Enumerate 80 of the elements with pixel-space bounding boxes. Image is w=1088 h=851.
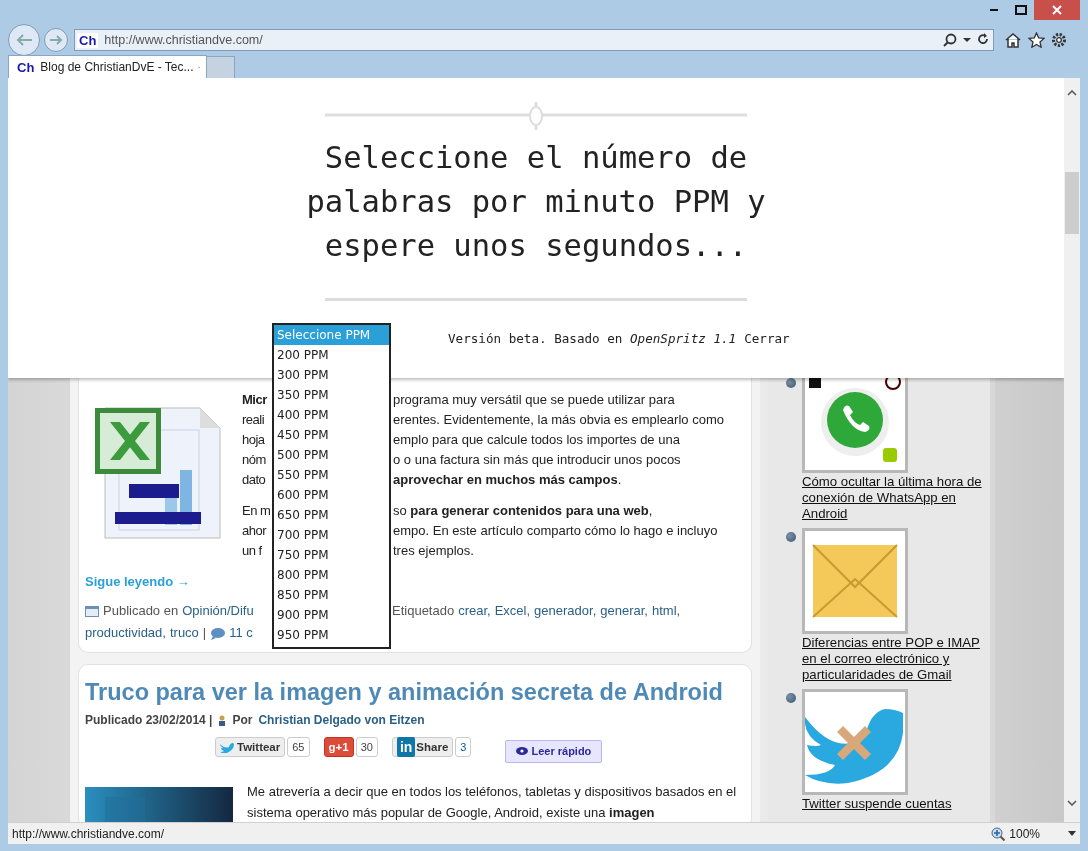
arrow-right-icon <box>49 34 63 46</box>
share-count: 3 <box>455 737 472 757</box>
article-excerpt: Me atrevería a decir que en todos los teléfonos, tabletas y dispositivos basados en el sistema operativo más popular de Google, Android, existe una imagen <box>247 783 738 822</box>
meta-label: Publicado en <box>103 602 179 620</box>
bird-icon <box>220 741 234 753</box>
text-fragment: programa muy versátil que se puede utilizar para <box>393 391 676 409</box>
text-fragment: ahor <box>242 522 268 540</box>
address-bar[interactable]: Ch http://www.christiandve.com/ <box>74 29 994 51</box>
text-fragment: tres ejemplos. <box>393 542 475 560</box>
bullet-icon <box>786 378 796 388</box>
by-label: Por <box>232 713 253 727</box>
chevron-down-icon[interactable] <box>1067 800 1077 806</box>
speech-bubble-icon <box>210 626 226 640</box>
browser-tab[interactable]: Ch Blog de ChristianDvE - Tec... <box>8 55 207 78</box>
folder-icon <box>85 605 99 617</box>
scrollbar[interactable] <box>1064 78 1080 822</box>
ppm-dropdown-list[interactable]: Seleccione PPM 200 PPM 300 PPM 350 PPM 400 PPM 450 PPM 500 PPM 550 PPM 600 PPM 650 PPM 700 PPM 750 PPM 800 PPM 850 PPM 900 PPM 950 PPM <box>272 323 391 649</box>
close-link[interactable]: Cerrar <box>744 331 790 346</box>
favicon: Ch <box>77 32 99 48</box>
tag-link[interactable]: truco <box>169 622 199 644</box>
text-fragment: aprovechar en muchos más campos. <box>393 471 623 489</box>
tag-link[interactable]: Opinión/Difu <box>182 600 254 622</box>
text-fragment: un f <box>242 542 263 560</box>
person-icon <box>218 714 227 726</box>
logo: in <box>396 737 416 757</box>
text-fragment: nóm <box>242 451 267 469</box>
share-button[interactable]: in Share <box>391 737 454 757</box>
chevron-up-icon[interactable] <box>1067 90 1077 96</box>
version-note: Versión beta. Basado en OpenSpritz 1.1 <box>448 331 737 346</box>
search-icon[interactable] <box>943 33 957 47</box>
zoom-icon[interactable] <box>991 826 1006 841</box>
text-fragment: reali <box>242 411 266 429</box>
tag-link[interactable]: html, <box>651 600 681 622</box>
zoom-level[interactable]: 100% <box>1009 826 1040 841</box>
text-fragment: hoja <box>242 431 266 449</box>
text-fragment: En m <box>242 502 272 520</box>
text-fragment: Micr <box>242 391 268 409</box>
post-link[interactable]: Cómo ocultar la última hora de conexión de WhatsApp en Android <box>802 474 986 522</box>
text-fragment: empo. En este artículo comparto cómo lo hago e incluyo <box>393 522 719 540</box>
maximize-icon <box>1014 5 1027 15</box>
home-icon[interactable] <box>1004 32 1022 48</box>
share-count: 30 <box>355 737 378 757</box>
text-fragment: erentes. Evidentemente, la más obvia es emplearlo como <box>393 411 725 429</box>
caret-icon[interactable] <box>963 37 971 43</box>
arrow-left-icon <box>15 33 33 47</box>
read-fast-button[interactable]: Leer rápido <box>505 739 603 763</box>
meta-label: Etiquetado <box>392 602 455 620</box>
tag-link[interactable]: generar, <box>600 600 648 622</box>
share-button[interactable]: g+1 <box>323 737 354 757</box>
status-url: http://www.christiandve.com/ <box>12 826 166 841</box>
settings-icon[interactable] <box>1051 32 1067 48</box>
eye-icon <box>516 747 529 755</box>
bullet-icon <box>786 693 796 703</box>
article-title[interactable]: Truco para ver la imagen y animación secreta de Android <box>85 677 745 707</box>
tab-title: Blog de ChristianDvE - Tec... <box>40 60 194 74</box>
bullet-icon <box>786 532 796 542</box>
text-fragment: so para generar contenidos para una web, <box>393 502 654 520</box>
tag-link[interactable]: 11 c <box>229 622 253 644</box>
reticle-icon <box>325 102 747 130</box>
post-link[interactable]: Diferencias entre POP e IMAP en el correo electrónico y particularidades de Gmail <box>802 635 986 683</box>
share-button[interactable]: Twittear <box>215 737 286 757</box>
meta-label: | <box>202 624 207 642</box>
text-fragment: emplo para que calcule todos los importes de una <box>393 431 681 449</box>
url-text: http://www.christiandve.com/ <box>104 33 264 47</box>
refresh-icon[interactable] <box>977 33 989 47</box>
post-link[interactable]: Twitter suspende cuentas <box>802 796 986 812</box>
post-date: Publicado 23/02/2014 | <box>85 713 213 727</box>
star-icon[interactable] <box>1028 32 1045 48</box>
tag-link[interactable]: generador, <box>534 600 597 622</box>
author-link[interactable]: Christian Delgado von Eitzen <box>258 713 425 727</box>
reader-prompt: Seleccione el número de palabras por minuto PPM y espere unos segundos... <box>305 139 767 265</box>
tag-link[interactable]: Excel, <box>494 600 531 622</box>
scrollbar-thumb[interactable] <box>1065 172 1079 234</box>
minimize-icon <box>989 9 998 11</box>
share-count: 65 <box>287 737 310 757</box>
caret-icon[interactable] <box>1068 831 1076 836</box>
tag-link[interactable]: productividad, <box>85 622 166 644</box>
text-fragment: dato <box>242 471 267 489</box>
tag-link[interactable]: crear, <box>458 600 491 622</box>
text-fragment: o o una factura sin más que introducir unos pocos <box>393 451 682 469</box>
